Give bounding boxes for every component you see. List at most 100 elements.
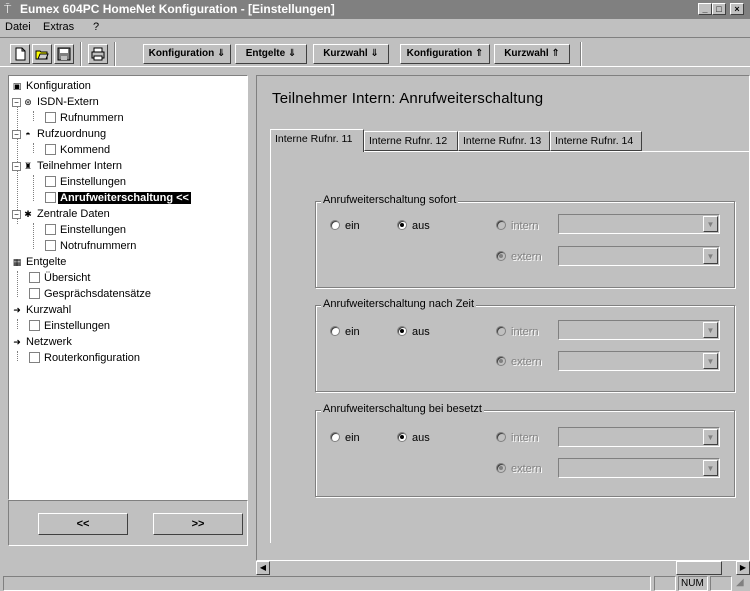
page-icon [45,240,56,251]
page-icon [45,144,56,155]
tree-item-notrufnummern[interactable]: Notrufnummern [45,239,138,253]
nav-entgelte-down[interactable]: Entgelte ⇓ [235,44,307,64]
tab-rufnr-12[interactable]: Interne Rufnr. 12 [364,131,458,151]
status-num: NUM [678,576,708,591]
tree-item-kommend[interactable]: Kommend [45,143,112,157]
tree-item-kurzwahl[interactable]: ➜ Kurzwahl [12,303,73,317]
save-disk-icon [57,47,71,61]
radio-besetzt-aus[interactable]: aus [397,432,430,444]
nav-kurzwahl-down[interactable]: Kurzwahl ⇓ [313,44,389,64]
radio-sofort-ein[interactable]: ein [330,220,360,232]
tree-item-uebersicht[interactable]: Übersicht [29,271,92,285]
horizontal-scrollbar[interactable]: ◀ ▶ [256,561,750,575]
gear-icon: ▣ [12,81,22,91]
next-button[interactable]: >> [153,513,243,535]
tree-item-anrufweiterschaltung[interactable]: Anrufweiterschaltung << [45,191,191,205]
tree-connector [33,175,34,201]
phone-icon: ◓ [25,129,31,139]
menu-bar: Datei Extras ? [0,19,750,37]
combo-sofort-extern[interactable]: ▼ [558,246,720,266]
tree-item-konfiguration[interactable]: ▣ Konfiguration [12,79,93,93]
tab-rufnr-13[interactable]: Interne Rufnr. 13 [458,131,550,151]
tab-rufnr-11[interactable]: Interne Rufnr. 11 [270,129,364,152]
nav-konfiguration-up[interactable]: Konfiguration ⇑ [400,44,490,64]
billing-icon: ▦ [12,257,22,267]
toolbar-separator [114,42,116,66]
tree-item-rufzuordnung[interactable]: − ◓ Rufzuordnung [12,127,108,141]
page-icon [45,224,56,235]
menu-extras[interactable]: Extras [43,21,74,33]
user-icon: ♜ [23,161,33,171]
open-folder-icon [35,50,49,60]
page-icon [29,352,40,363]
nav-konfiguration-down[interactable]: Konfiguration ⇓ [143,44,231,64]
radio-besetzt-ein[interactable]: ein [330,432,360,444]
tree-item-zentrale-daten[interactable]: − ✱ Zentrale Daten [12,207,112,221]
resize-grip-icon[interactable]: ◢ [734,576,748,591]
new-file-button[interactable] [10,44,30,64]
page-icon [29,272,40,283]
combo-zeit-intern[interactable]: ▼ [558,320,720,340]
tree-item-einstellungen[interactable]: Einstellungen [45,223,128,237]
close-button[interactable]: × [730,3,744,15]
nav-kurzwahl-up[interactable]: Kurzwahl ⇑ [494,44,570,64]
scroll-left-icon[interactable]: ◀ [256,561,270,575]
open-file-button[interactable] [32,44,52,64]
status-message [3,576,651,591]
toolbar-separator [580,42,582,66]
group-bei-besetzt [315,410,735,497]
radio-sofort-intern[interactable]: intern [496,220,539,232]
combo-zeit-extern[interactable]: ▼ [558,351,720,371]
radio-zeit-extern[interactable]: extern [496,356,542,368]
scroll-thumb[interactable] [676,561,722,575]
status-caps [654,576,676,591]
page-title: Teilnehmer Intern: Anrufweiterschaltung [272,90,544,107]
collapse-icon[interactable]: − [12,210,21,219]
arrow-icon: ➜ [13,305,21,315]
tree-item-isdn-extern[interactable]: − ⊛ ISDN-Extern [12,95,101,109]
radio-zeit-intern[interactable]: intern [496,326,539,338]
tree-item-rufnummern[interactable]: Rufnummern [45,111,126,125]
radio-zeit-ein[interactable]: ein [330,326,360,338]
tree-item-teilnehmer-intern[interactable]: − ♜ Teilnehmer Intern [12,159,124,173]
combo-sofort-intern[interactable]: ▼ [558,214,720,234]
minimize-button[interactable]: _ [698,3,712,15]
tree-item-routerkonfiguration[interactable]: Routerkonfiguration [29,351,142,365]
tree-item-entgelte[interactable]: ▦ Entgelte [12,255,68,269]
combo-besetzt-intern[interactable]: ▼ [558,427,720,447]
page-icon [29,288,40,299]
menu-datei[interactable]: Datei [5,21,31,33]
maximize-button[interactable]: □ [712,3,726,15]
menu-help[interactable]: ? [93,21,99,33]
tab-rufnr-14[interactable]: Interne Rufnr. 14 [550,131,642,151]
tree-item-netzwerk[interactable]: ➜ Netzwerk [12,335,74,349]
save-button[interactable] [54,44,74,64]
tree-connector [33,223,34,249]
radio-besetzt-intern[interactable]: intern [496,432,539,444]
radio-sofort-extern[interactable]: extern [496,251,542,263]
radio-zeit-aus[interactable]: aus [397,326,430,338]
collapse-icon[interactable]: − [12,130,21,139]
toolbar-separator [80,42,82,66]
dropdown-arrow-icon: ▼ [703,429,718,445]
print-button[interactable] [88,44,108,64]
combo-besetzt-extern[interactable]: ▼ [558,458,720,478]
previous-button[interactable]: << [38,513,128,535]
tree-connector [17,319,18,329]
scroll-right-icon[interactable]: ▶ [736,561,750,575]
status-scroll [710,576,732,591]
page-icon [45,112,56,123]
radio-sofort-aus[interactable]: aus [397,220,430,232]
tree-item-gespraechsdatensaetze[interactable]: Gesprächsdatensätze [29,287,153,301]
navigation-tree[interactable]: ▣ Konfiguration − ⊛ ISDN-Extern Rufnummern … [8,75,248,500]
tree-connector [17,271,18,297]
collapse-icon[interactable]: − [12,162,21,171]
dropdown-arrow-icon: ▼ [703,460,718,476]
title-bar[interactable]: ⍑ Eumex 604PC HomeNet Konfiguration - [E… [0,0,750,19]
group-nach-zeit-label: Anrufweiterschaltung nach Zeit [321,298,477,310]
collapse-icon[interactable]: − [12,98,21,107]
tree-item-einstellungen[interactable]: Einstellungen [45,175,128,189]
tree-item-einstellungen[interactable]: Einstellungen [29,319,112,333]
radio-besetzt-extern[interactable]: extern [496,463,542,475]
status-bar: NUM ◢ [0,575,750,591]
